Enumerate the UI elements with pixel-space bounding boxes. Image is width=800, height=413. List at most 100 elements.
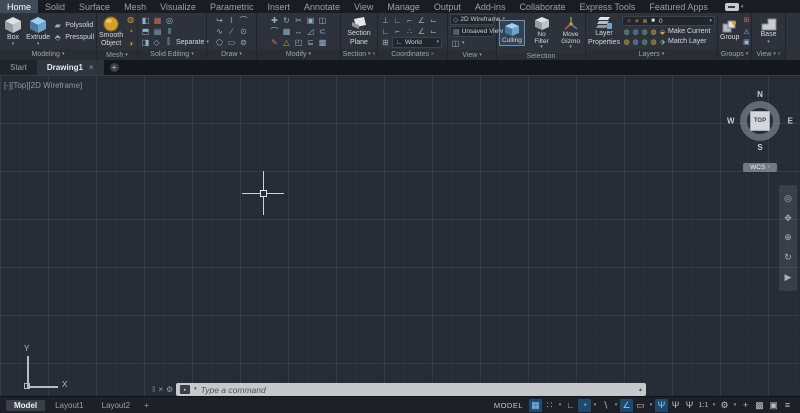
join-icon[interactable]: ⊆: [305, 37, 316, 48]
panel-label-layers[interactable]: Layers ▾: [586, 49, 717, 60]
stretch-icon[interactable]: ↔: [293, 26, 304, 37]
model-space-indicator[interactable]: MODEL: [494, 401, 523, 410]
make-current-button[interactable]: Make Current: [668, 28, 710, 35]
panel-label-modeling[interactable]: Modeling ▾: [0, 49, 96, 60]
panel-label-selection[interactable]: Selection: [497, 53, 585, 60]
new-layout-button[interactable]: +: [140, 401, 153, 410]
annotation-autoscale-icon[interactable]: Ψ: [669, 399, 682, 412]
viewcube-west-label[interactable]: W: [727, 117, 735, 126]
rectangle-icon[interactable]: ▭: [226, 37, 237, 48]
viewport-config-icon[interactable]: ◫: [450, 38, 461, 49]
shell-icon[interactable]: ◇: [151, 37, 162, 48]
extrude-button[interactable]: Extrude ▾: [26, 15, 50, 47]
align-icon[interactable]: ◰: [293, 37, 304, 48]
showmotion-icon[interactable]: ▶: [785, 272, 792, 282]
customization-plus-icon[interactable]: +: [739, 399, 752, 412]
tab-mesh[interactable]: Mesh: [117, 0, 153, 13]
viewport-controls-label[interactable]: [-][Top][2D Wireframe]: [4, 81, 82, 90]
command-customize-icon[interactable]: ⚙: [166, 385, 173, 394]
polar-tracking-icon[interactable]: ◔: [578, 398, 591, 412]
viewcube-south-label[interactable]: S: [757, 143, 762, 152]
tab-manage[interactable]: Manage: [380, 0, 427, 13]
viewcube-east-label[interactable]: E: [788, 117, 793, 126]
panel-label-solid-editing[interactable]: Solid Editing ▾: [138, 49, 206, 60]
zoom-extents-icon[interactable]: ⊕: [784, 233, 792, 242]
section-plane-button[interactable]: Section Plane: [347, 15, 371, 46]
rotate-icon[interactable]: ↻: [281, 15, 292, 26]
panel-label-coordinates[interactable]: Coordinates»: [378, 49, 447, 60]
command-history-icon[interactable]: ▴: [639, 386, 642, 393]
ucs-combo[interactable]: ∟ World ▾: [392, 36, 442, 48]
group-edit-icon[interactable]: ◬: [741, 26, 751, 36]
layout1-tab[interactable]: Layout1: [47, 400, 91, 411]
ungroup-icon[interactable]: ⊞: [741, 15, 751, 25]
ucs-origin-icon[interactable]: ∟: [380, 26, 391, 37]
tab-surface[interactable]: Surface: [72, 0, 117, 13]
close-tab-icon[interactable]: ×: [89, 63, 94, 72]
orbit-icon[interactable]: ↻: [784, 253, 792, 262]
wcs-dropdown[interactable]: WCS ▾: [743, 163, 777, 172]
tab-insert[interactable]: Insert: [260, 0, 297, 13]
smooth-object-button[interactable]: Smooth Object: [99, 15, 123, 48]
ellipse-icon[interactable]: ⊜: [238, 37, 249, 48]
layer-thaw-all-icon[interactable]: ◍: [640, 37, 649, 46]
thicken-icon[interactable]: ▤: [152, 26, 163, 37]
tab-addins[interactable]: Add-ins: [468, 0, 513, 13]
file-tab-start[interactable]: Start: [0, 60, 37, 75]
panel-label-draw[interactable]: Draw ▾: [207, 49, 256, 60]
pan-icon[interactable]: ✥: [784, 213, 792, 223]
tab-view[interactable]: View: [347, 0, 380, 13]
polar-caret[interactable]: ▾: [592, 399, 598, 412]
graphics-performance-icon[interactable]: ▣: [767, 399, 780, 412]
command-grip-icon[interactable]: ‖: [152, 385, 155, 394]
customization-menu-icon[interactable]: ≡: [781, 399, 794, 412]
annotation-scale-icon[interactable]: Ψ: [683, 399, 696, 412]
model-tab[interactable]: Model: [6, 399, 46, 411]
tab-output[interactable]: Output: [427, 0, 468, 13]
layer-lock-icon[interactable]: ◍: [649, 27, 658, 36]
layer-isolate-icon[interactable]: ◍: [631, 27, 640, 36]
extract-edges-icon[interactable]: ◨: [140, 37, 151, 48]
base-button[interactable]: Base ▾: [760, 17, 778, 44]
revision-cloud-icon[interactable]: ↪: [214, 15, 225, 26]
ucs-face-icon[interactable]: ⌐: [404, 15, 415, 26]
panel-label-modify[interactable]: Modify ▾: [257, 49, 340, 60]
line-icon[interactable]: ∕: [226, 26, 237, 37]
file-tab-drawing1[interactable]: Drawing1 ×: [36, 60, 104, 75]
ucs-3point-icon[interactable]: ∴: [404, 26, 415, 37]
layer-combo[interactable]: ☼ ☀ ⋒ ■ 0 ▾: [622, 16, 715, 26]
ucs-y-icon[interactable]: ⌙: [428, 26, 439, 37]
ucs-named-icon[interactable]: ⊞: [380, 37, 391, 48]
group-button[interactable]: Group: [720, 19, 739, 42]
annotation-scale-value[interactable]: 1:1: [697, 399, 710, 412]
workspace-caret[interactable]: ▾: [732, 399, 738, 412]
tab-home[interactable]: Home: [0, 0, 39, 13]
box-button[interactable]: Box ▾: [2, 15, 24, 47]
dynamic-input-icon[interactable]: ▭: [634, 399, 647, 412]
isodraft-caret[interactable]: ▾: [613, 399, 619, 412]
no-filter-button[interactable]: No Filter ▾: [527, 14, 556, 52]
panel-label-mesh[interactable]: Mesh ▾: [97, 50, 137, 60]
spline-icon[interactable]: ∿: [214, 26, 225, 37]
ucs-object-icon[interactable]: ∠: [416, 15, 427, 26]
ribbon-minimize-button[interactable]: ▾: [724, 2, 743, 11]
circle-icon[interactable]: ⊙: [238, 26, 249, 37]
scale-icon[interactable]: ◿: [305, 26, 316, 37]
layout2-tab[interactable]: Layout2: [94, 400, 138, 411]
snap-icon[interactable]: ∷: [543, 399, 556, 412]
refine-mesh-icon[interactable]: ◑: [125, 38, 136, 49]
tab-solid[interactable]: Solid: [38, 0, 72, 13]
tab-visualize[interactable]: Visualize: [153, 0, 203, 13]
navigation-wheel-icon[interactable]: ◎: [784, 194, 792, 203]
interfere-icon[interactable]: ‖: [164, 26, 175, 37]
group-selection-icon[interactable]: ▣: [741, 37, 751, 47]
new-tab-button[interactable]: +: [109, 63, 119, 72]
workspace-gear-icon[interactable]: ⚙: [718, 399, 731, 412]
trim-icon[interactable]: ✂: [293, 15, 304, 26]
fillet-icon[interactable]: ⌒: [269, 26, 280, 37]
array-icon[interactable]: ▦: [281, 26, 292, 37]
layer-on-all-icon[interactable]: ◍: [622, 37, 631, 46]
named-view-combo[interactable]: ▤ Unsaved View ▾: [450, 26, 508, 37]
tab-parametric[interactable]: Parametric: [203, 0, 261, 13]
ucs-previous-icon[interactable]: ∟: [392, 15, 403, 26]
